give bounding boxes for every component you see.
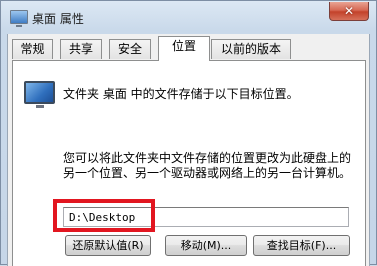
title-bar[interactable]: 桌面 属性 ✕: [1, 1, 376, 35]
location-info-text: 文件夹 桌面 中的文件存储于以下目标位置。: [63, 87, 299, 101]
tab-sharing[interactable]: 共享: [60, 39, 102, 59]
tab-security[interactable]: 安全: [109, 39, 151, 59]
move-button[interactable]: 移动(M)...: [165, 235, 247, 256]
find-target-button[interactable]: 查找目标(F)...: [253, 235, 350, 256]
location-description: 您可以将此文件夹中文件存储的位置更改为此硬盘上的另一个位置、另一个驱动器或网络上…: [63, 151, 352, 180]
desktop-icon: [10, 10, 28, 27]
close-button[interactable]: ✕: [329, 2, 369, 21]
properties-dialog: 桌面 属性 ✕ 常规 共享 安全 位置 以前的版本 文件夹 桌面 中的文件存储于…: [0, 0, 377, 266]
red-highlight-annotation: [53, 199, 155, 232]
restore-default-button[interactable]: 还原默认值(R): [65, 235, 151, 256]
desktop-folder-icon: [24, 81, 55, 108]
window-title: 桌面 属性: [32, 12, 84, 26]
location-tab-panel: 文件夹 桌面 中的文件存储于以下目标位置。 您可以将此文件夹中文件存储的位置更改…: [12, 60, 366, 266]
close-icon: ✕: [343, 4, 355, 18]
tab-general[interactable]: 常规: [12, 39, 53, 59]
dialog-client-area: 常规 共享 安全 位置 以前的版本 文件夹 桌面 中的文件存储于以下目标位置。 …: [7, 34, 370, 266]
tab-location[interactable]: 位置: [158, 36, 210, 61]
tab-previous-versions[interactable]: 以前的版本: [211, 39, 291, 59]
